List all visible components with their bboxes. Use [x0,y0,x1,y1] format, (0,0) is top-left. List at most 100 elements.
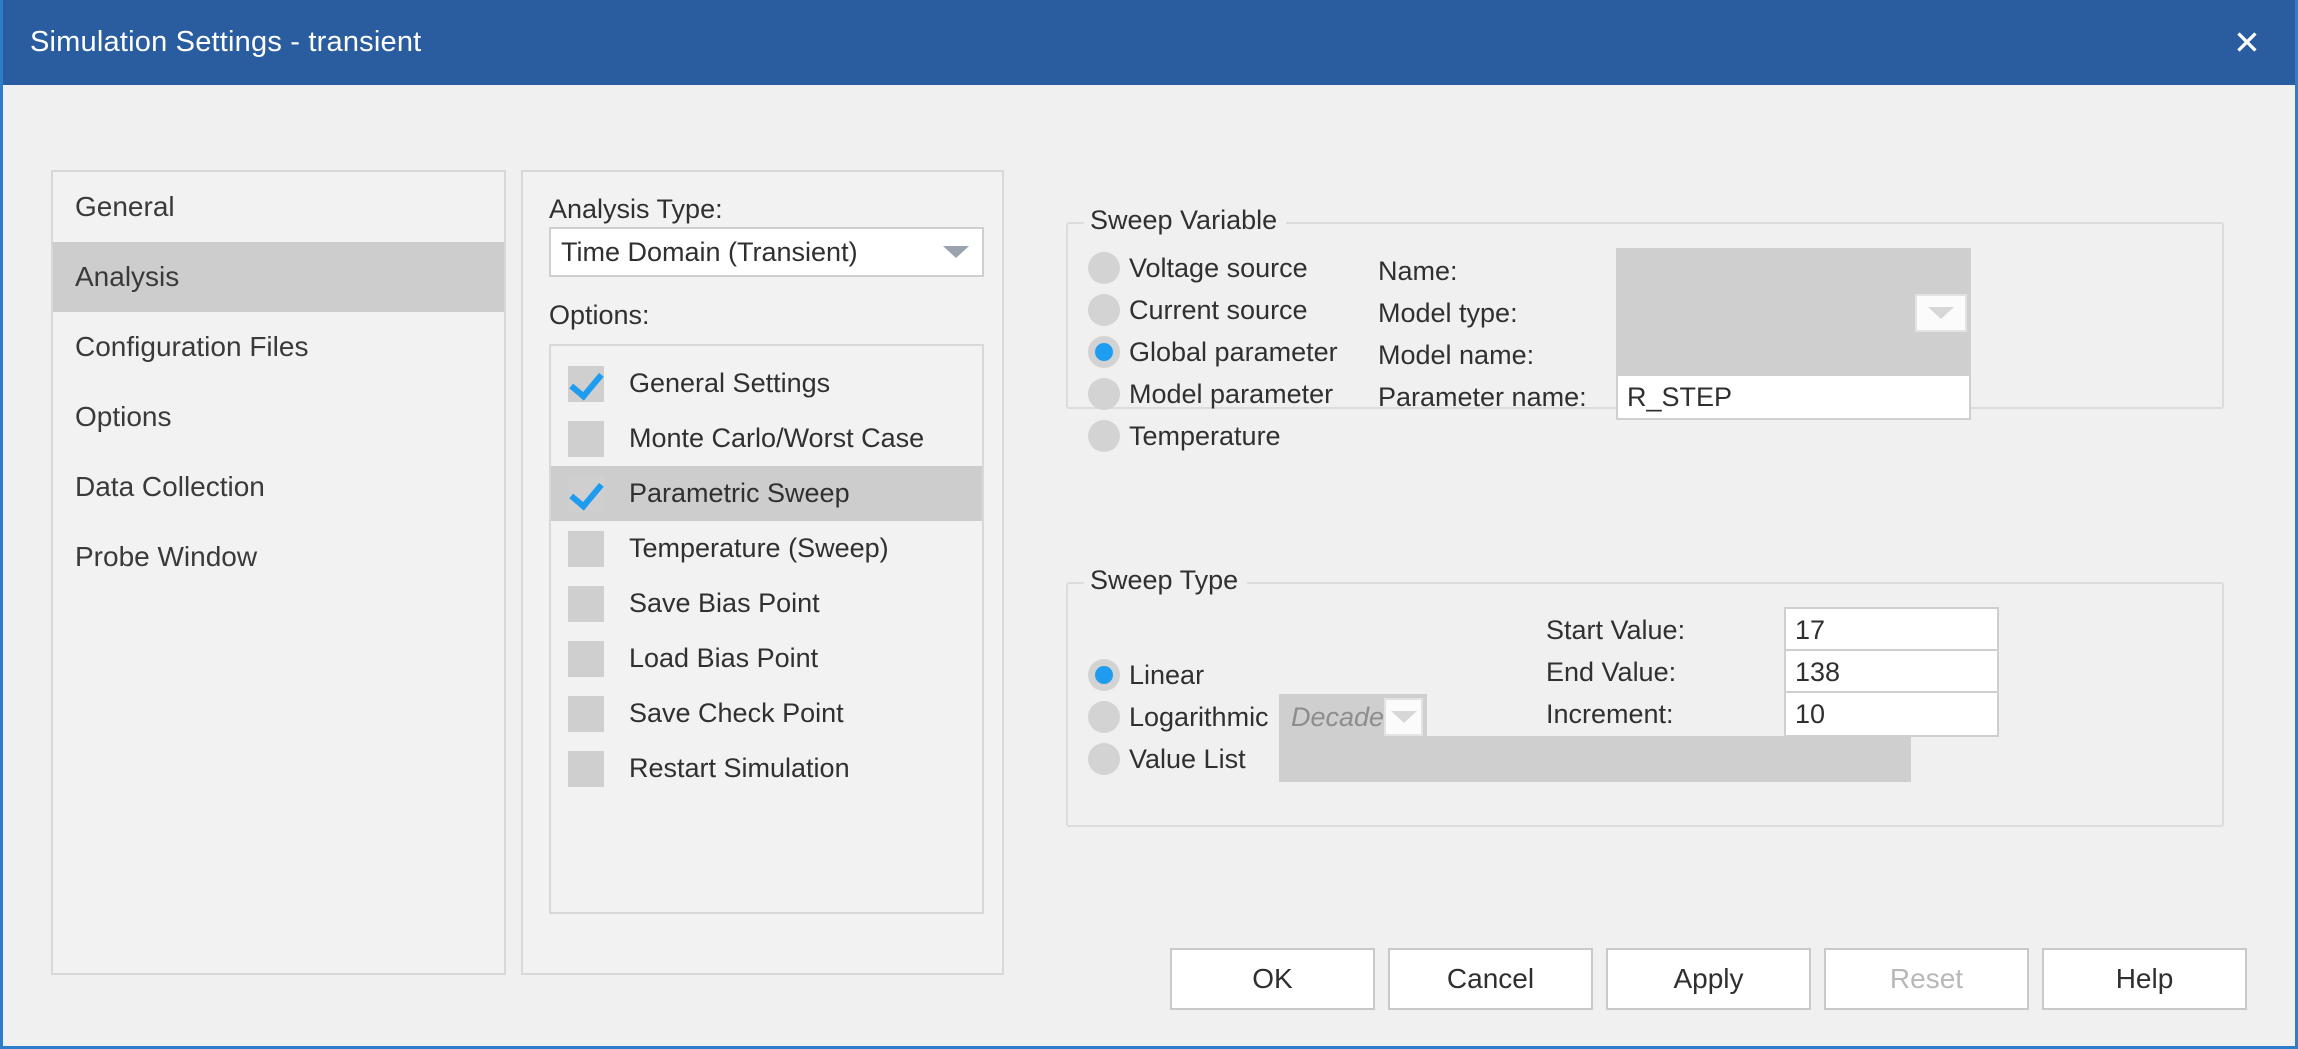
button-label: Help [2116,963,2174,995]
option-label: Temperature (Sweep) [604,533,889,564]
radio-icon[interactable] [1088,420,1120,452]
sidebar-item-label: Options [75,401,172,433]
analysis-type-dropdown[interactable]: Time Domain (Transient) [549,227,984,277]
radio-label: Current source [1120,295,1308,326]
option-label: Restart Simulation [604,753,850,784]
window-title: Simulation Settings - transient [3,26,421,59]
list-item[interactable]: Save Bias Point [551,576,982,631]
radio-label: Logarithmic [1120,702,1269,733]
increment-input[interactable]: 10 [1784,691,1999,737]
radio-logarithmic[interactable]: Logarithmic [1088,701,1269,733]
close-icon[interactable]: ✕ [2199,0,2295,85]
sidebar-item-label: Data Collection [75,471,265,503]
name-input [1616,248,1971,294]
button-label: Cancel [1447,963,1534,995]
chevron-down-icon[interactable] [930,229,982,275]
name-label: Name: [1378,256,1458,287]
radio-label: Global parameter [1120,337,1338,368]
radio-selected-icon[interactable] [1088,659,1120,691]
model-type-dropdown [1616,290,1971,336]
model-name-label: Model name: [1378,340,1534,371]
log-scale-dropdown: Decade [1279,694,1427,740]
help-button[interactable]: Help [2042,948,2247,1010]
simulation-settings-dialog: Simulation Settings - transient ✕ Genera… [0,0,2298,1049]
checkbox-icon[interactable] [568,421,604,457]
list-item[interactable]: General Settings [551,356,982,411]
sidebar-item-label: Probe Window [75,541,257,573]
chevron-down-icon [1384,698,1423,736]
button-label: Reset [1890,963,1963,995]
checkbox-icon[interactable] [568,751,604,787]
sidebar-item-label: Analysis [75,261,179,293]
sidebar-item-options[interactable]: Options [53,382,504,452]
button-label: OK [1252,963,1292,995]
radio-model-parameter[interactable]: Model parameter [1088,378,1333,410]
radio-voltage-source[interactable]: Voltage source [1088,252,1308,284]
radio-global-parameter[interactable]: Global parameter [1088,336,1338,368]
list-item[interactable]: Restart Simulation [551,741,982,796]
parameter-name-input[interactable]: R_STEP [1616,374,1971,420]
button-label: Apply [1673,963,1743,995]
radio-label: Model parameter [1120,379,1333,410]
log-scale-value: Decade [1281,702,1384,733]
increment-value: 10 [1786,699,1825,730]
option-label: Save Bias Point [604,588,820,619]
value-list-input [1279,736,1911,782]
cancel-button[interactable]: Cancel [1388,948,1593,1010]
sidebar-item-probe-window[interactable]: Probe Window [53,522,504,592]
radio-icon[interactable] [1088,701,1120,733]
increment-label: Increment: [1546,699,1674,730]
ok-button[interactable]: OK [1170,948,1375,1010]
end-value-input[interactable]: 138 [1784,649,1999,695]
radio-value-list[interactable]: Value List [1088,743,1246,775]
list-item[interactable]: Parametric Sweep [551,466,982,521]
radio-selected-icon[interactable] [1088,336,1120,368]
analysis-type-value: Time Domain (Transient) [551,237,930,268]
sweep-type-group: Sweep Type Linear Logarithmic Value List… [1066,582,2224,827]
sidebar-item-data-collection[interactable]: Data Collection [53,452,504,522]
chevron-down-icon [1915,294,1967,332]
checkbox-icon[interactable] [568,696,604,732]
radio-icon[interactable] [1088,294,1120,326]
sweep-variable-group: Sweep Variable Voltage source Current so… [1066,222,2224,409]
sidebar-item-label: Configuration Files [75,331,308,363]
reset-button: Reset [1824,948,2029,1010]
sidebar-item-general[interactable]: General [53,172,504,242]
model-name-input [1616,332,1971,378]
radio-icon[interactable] [1088,378,1120,410]
model-type-label: Model type: [1378,298,1518,329]
radio-label: Value List [1120,744,1246,775]
settings-category-list[interactable]: General Analysis Configuration Files Opt… [51,170,506,975]
checkbox-checked-icon[interactable] [568,366,604,402]
start-value-input[interactable]: 17 [1784,607,1999,653]
option-label: Load Bias Point [604,643,818,674]
start-value-label: Start Value: [1546,615,1685,646]
radio-label: Voltage source [1120,253,1308,284]
apply-button[interactable]: Apply [1606,948,1811,1010]
list-item[interactable]: Save Check Point [551,686,982,741]
analysis-panel: Analysis Type: Time Domain (Transient) O… [521,170,1004,975]
end-value: 138 [1786,657,1840,688]
options-checkbox-list[interactable]: General Settings Monte Carlo/Worst Case … [549,344,984,914]
radio-temperature[interactable]: Temperature [1088,420,1281,452]
checkbox-icon[interactable] [568,586,604,622]
sidebar-item-analysis[interactable]: Analysis [53,242,504,312]
parameter-name-label: Parameter name: [1378,382,1587,413]
radio-label: Temperature [1120,421,1281,452]
title-bar: Simulation Settings - transient ✕ [3,0,2295,85]
radio-icon[interactable] [1088,252,1120,284]
list-item[interactable]: Monte Carlo/Worst Case [551,411,982,466]
radio-current-source[interactable]: Current source [1088,294,1308,326]
checkbox-icon[interactable] [568,531,604,567]
checkbox-checked-icon[interactable] [568,476,604,512]
sidebar-item-label: General [75,191,175,223]
radio-linear[interactable]: Linear [1088,659,1204,691]
analysis-type-label: Analysis Type: [549,194,723,225]
list-item[interactable]: Load Bias Point [551,631,982,686]
start-value: 17 [1786,615,1825,646]
parameter-name-value: R_STEP [1618,382,1732,413]
sidebar-item-configuration-files[interactable]: Configuration Files [53,312,504,382]
radio-icon[interactable] [1088,743,1120,775]
checkbox-icon[interactable] [568,641,604,677]
list-item[interactable]: Temperature (Sweep) [551,521,982,576]
